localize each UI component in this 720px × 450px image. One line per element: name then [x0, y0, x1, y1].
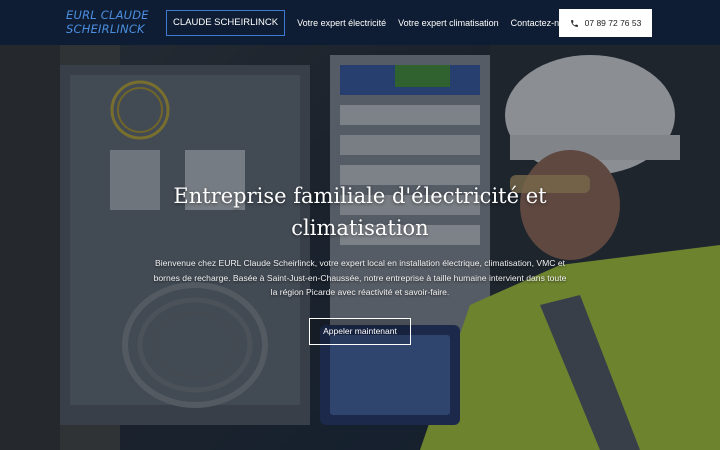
logo[interactable]: EURL CLAUDE SCHEIRLINCK — [66, 8, 156, 36]
hero-content: Entreprise familiale d'électricité et cl… — [150, 180, 570, 345]
hero-title: Entreprise familiale d'électricité et cl… — [173, 184, 547, 240]
phone-button[interactable]: 07 89 72 76 53 — [559, 9, 652, 37]
hero-section: Entreprise familiale d'électricité et cl… — [0, 45, 720, 450]
phone-icon — [570, 19, 578, 27]
call-now-button[interactable]: Appeler maintenant — [309, 317, 411, 345]
main-nav: CLAUDE SCHEIRLINCK Votre expert électric… — [166, 10, 580, 36]
nav-item-home[interactable]: CLAUDE SCHEIRLINCK — [166, 10, 286, 36]
nav-item-electricite[interactable]: Votre expert électricité — [291, 10, 392, 36]
logo-line-2: SCHEIRLINCK — [66, 22, 145, 36]
site-header: EURL CLAUDE SCHEIRLINCK CLAUDE SCHEIRLIN… — [0, 0, 720, 45]
nav-item-climatisation[interactable]: Votre expert climatisation — [392, 10, 505, 36]
logo-line-1: EURL CLAUDE — [66, 8, 149, 22]
hero-description: Bienvenue chez EURL Claude Scheirlinck, … — [153, 258, 567, 297]
phone-number: 07 89 72 76 53 — [584, 18, 642, 28]
